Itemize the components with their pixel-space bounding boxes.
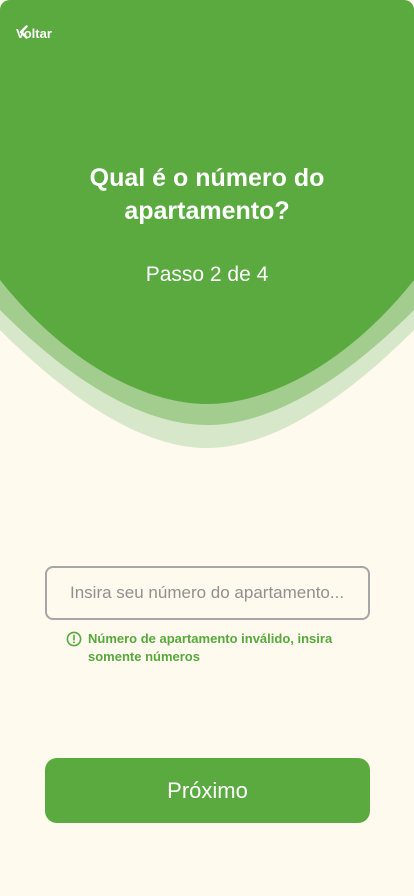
next-button[interactable]: Próximo	[45, 758, 370, 823]
step-indicator: Passo 2 de 4	[145, 263, 269, 286]
page-title: Qual é o número do apartamento?	[89, 164, 325, 225]
apartment-number-input[interactable]	[47, 568, 368, 618]
chevron-left-icon	[19, 25, 28, 39]
back-link[interactable]: Voltar	[16, 24, 52, 44]
apartment-number-field	[45, 566, 370, 620]
alert-circle-icon	[66, 631, 82, 647]
error-text: Número de apartamento inválido, insira s…	[88, 631, 333, 664]
hero-header: Voltar Qual é o número do apartamento? P…	[0, 0, 414, 460]
error-message: Número de apartamento inválido, insira s…	[66, 630, 366, 666]
apartment-step-screen: Voltar Qual é o número do apartamento? P…	[0, 0, 414, 896]
hero-wave-background	[0, 0, 414, 448]
